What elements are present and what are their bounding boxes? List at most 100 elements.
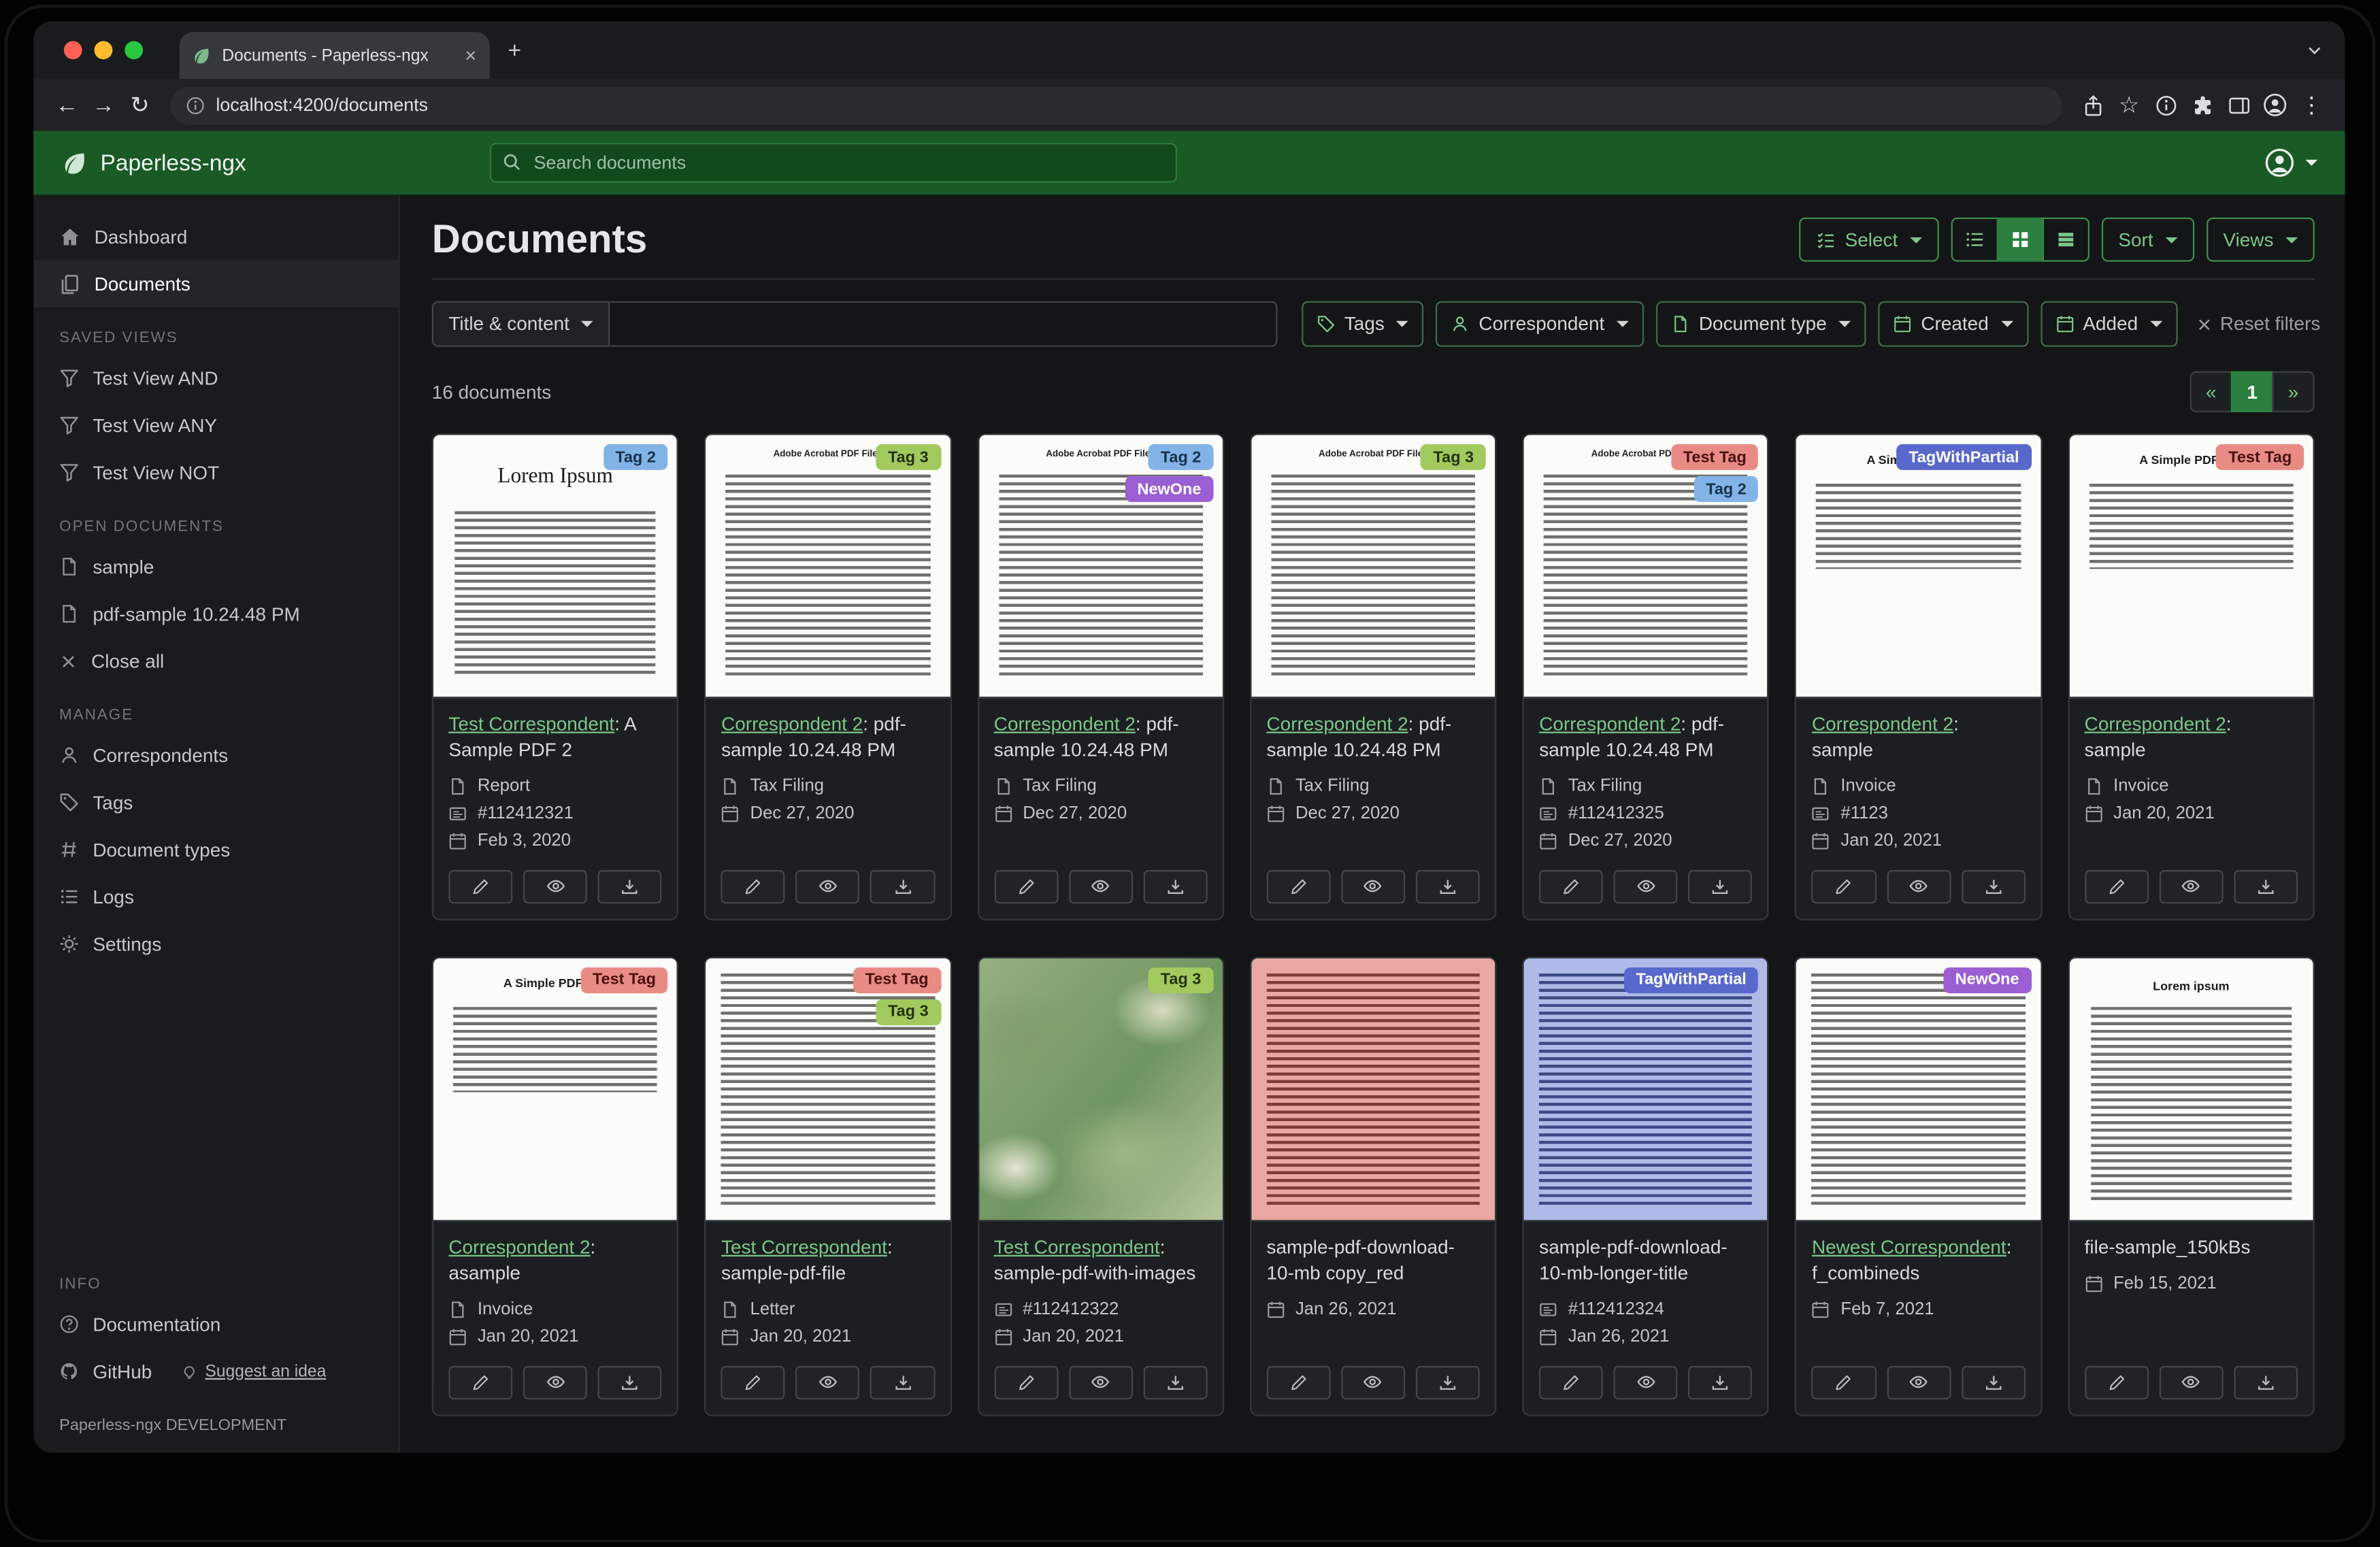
tag-badge[interactable]: Tag 2 — [1148, 444, 1213, 470]
view-button[interactable] — [1887, 869, 1951, 903]
sidebar-item-open-doc-pdf-sample[interactable]: pdf-sample 10.24.48 PM — [33, 590, 398, 637]
view-button[interactable] — [1069, 869, 1133, 903]
correspondent-link[interactable]: Correspondent 2 — [1539, 714, 1681, 735]
download-button[interactable] — [871, 1365, 935, 1399]
download-button[interactable] — [1416, 869, 1480, 903]
created-filter-button[interactable]: Created — [1879, 301, 2028, 347]
filter-text-input[interactable] — [610, 301, 1277, 347]
sidebar-item-documents[interactable]: Documents — [33, 260, 398, 307]
document-thumbnail[interactable]: Adobe Acrobat PDF Files Tag 2NewOne — [978, 435, 1222, 698]
view-button[interactable] — [523, 869, 587, 903]
edit-button[interactable] — [1539, 1365, 1603, 1399]
new-tab-button[interactable]: + — [508, 39, 522, 62]
view-button[interactable] — [1614, 1365, 1678, 1399]
sidebar-item-tags[interactable]: Tags — [33, 779, 398, 826]
correspondent-link[interactable]: Correspondent 2 — [721, 714, 863, 735]
view-button[interactable] — [1614, 869, 1678, 903]
edit-button[interactable] — [721, 869, 785, 903]
edit-button[interactable] — [1812, 869, 1876, 903]
sidebar-item-document-types[interactable]: Document types — [33, 826, 398, 873]
correspondent-link[interactable]: Test Correspondent — [721, 1236, 887, 1257]
correspondent-link[interactable]: Correspondent 2 — [1812, 714, 1953, 735]
document-thumbnail[interactable]: NewOne — [1797, 958, 2040, 1221]
edit-button[interactable] — [994, 1365, 1058, 1399]
edit-button[interactable] — [1539, 869, 1603, 903]
tag-badge[interactable]: TagWithPartial — [1624, 967, 1759, 993]
browser-menu-kebab-icon[interactable]: ⋮ — [2294, 86, 2330, 123]
download-button[interactable] — [598, 1365, 662, 1399]
search-input[interactable] — [490, 143, 1177, 182]
site-info-icon[interactable] — [186, 95, 205, 115]
list-view-button[interactable] — [1951, 218, 1998, 262]
document-thumbnail[interactable]: Lorem ipsum — [2069, 958, 2313, 1221]
view-button[interactable] — [796, 1365, 860, 1399]
download-button[interactable] — [1416, 1365, 1480, 1399]
detail-view-button[interactable] — [2043, 218, 2089, 262]
browser-profile-avatar[interactable] — [2257, 86, 2294, 123]
document-thumbnail[interactable]: Adobe Acrobat PDF Files Test TagTag 2 — [1524, 435, 1768, 698]
title-text[interactable]: sample-pdf-download-10-mb copy_red — [1266, 1236, 1454, 1283]
sidebar-item-test-view-and[interactable]: Test View AND — [33, 354, 398, 401]
view-button[interactable] — [1341, 1365, 1405, 1399]
correspondent-link[interactable]: Newest Correspondent — [1812, 1236, 2006, 1257]
sidebar-item-logs[interactable]: Logs — [33, 873, 398, 920]
tag-badge[interactable]: Tag 3 — [1148, 967, 1213, 993]
download-button[interactable] — [871, 869, 935, 903]
download-button[interactable] — [2234, 869, 2298, 903]
select-button[interactable]: Select — [1800, 218, 1939, 262]
download-button[interactable] — [1689, 869, 1753, 903]
app-brand[interactable]: Paperless-ngx — [61, 149, 246, 176]
title-text[interactable]: sample-pdf-download-10-mb-longer-title — [1539, 1236, 1727, 1283]
edit-button[interactable] — [448, 1365, 512, 1399]
tag-badge[interactable]: Tag 3 — [876, 999, 940, 1025]
forward-button[interactable]: → — [85, 86, 122, 123]
download-button[interactable] — [1689, 1365, 1753, 1399]
sidebar-item-dashboard[interactable]: Dashboard — [33, 213, 398, 260]
edit-button[interactable] — [448, 869, 512, 903]
view-button[interactable] — [1069, 1365, 1133, 1399]
bookmark-star-icon[interactable]: ☆ — [2111, 86, 2147, 123]
sidebar-item-test-view-any[interactable]: Test View ANY — [33, 401, 398, 448]
sort-button[interactable]: Sort — [2102, 218, 2194, 262]
sidebar-item-settings[interactable]: Settings — [33, 920, 398, 967]
document-thumbnail[interactable]: Test TagTag 3 — [706, 958, 950, 1221]
sidebar-item-open-doc-sample[interactable]: sample — [33, 543, 398, 590]
reload-button[interactable]: ↻ — [122, 86, 159, 123]
page-info-icon[interactable] — [2147, 86, 2184, 123]
view-button[interactable] — [1341, 869, 1405, 903]
edit-button[interactable] — [1266, 1365, 1330, 1399]
user-menu[interactable] — [2264, 148, 2317, 178]
document-type-filter-button[interactable]: Document type — [1656, 301, 1866, 347]
tag-badge[interactable]: Tag 3 — [1421, 444, 1486, 470]
tag-badge[interactable]: Test Tag — [2216, 444, 2304, 470]
sidebar-item-test-view-not[interactable]: Test View NOT — [33, 449, 398, 496]
correspondent-filter-button[interactable]: Correspondent — [1436, 301, 1644, 347]
document-thumbnail[interactable]: TagWithPartial — [1524, 958, 1768, 1221]
zoom-window-button[interactable] — [125, 41, 143, 59]
edit-button[interactable] — [1812, 1365, 1876, 1399]
grid-view-button[interactable] — [1997, 218, 2044, 262]
edit-button[interactable] — [721, 1365, 785, 1399]
address-bar[interactable]: localhost:4200/documents — [170, 86, 2062, 124]
download-button[interactable] — [1143, 1365, 1207, 1399]
edit-button[interactable] — [2085, 1365, 2149, 1399]
document-thumbnail[interactable]: A Simple PDF File Test Tag — [2069, 435, 2313, 698]
correspondent-link[interactable]: Correspondent 2 — [2085, 714, 2226, 735]
view-button[interactable] — [796, 869, 860, 903]
tag-badge[interactable]: Tag 3 — [876, 444, 940, 470]
document-thumbnail[interactable]: A Simple PDF File TagWithPartial — [1797, 435, 2040, 698]
correspondent-link[interactable]: Correspondent 2 — [994, 714, 1136, 735]
view-button[interactable] — [523, 1365, 587, 1399]
suggest-an-idea-link[interactable]: Suggest an idea — [181, 1362, 326, 1380]
title-content-dropdown[interactable]: Title & content — [432, 301, 610, 347]
tag-badge[interactable]: NewOne — [1125, 476, 1214, 502]
download-button[interactable] — [598, 869, 662, 903]
share-icon[interactable] — [2075, 86, 2111, 123]
document-thumbnail[interactable] — [1251, 958, 1495, 1221]
tag-badge[interactable]: Tag 2 — [1693, 476, 1758, 502]
extensions-puzzle-icon[interactable] — [2184, 86, 2221, 123]
sidebar-item-correspondents[interactable]: Correspondents — [33, 732, 398, 779]
document-thumbnail[interactable]: Lorem Ipsum Tag 2 — [433, 435, 677, 698]
correspondent-link[interactable]: Correspondent 2 — [448, 1236, 590, 1257]
tab-close-icon[interactable] — [464, 49, 478, 63]
